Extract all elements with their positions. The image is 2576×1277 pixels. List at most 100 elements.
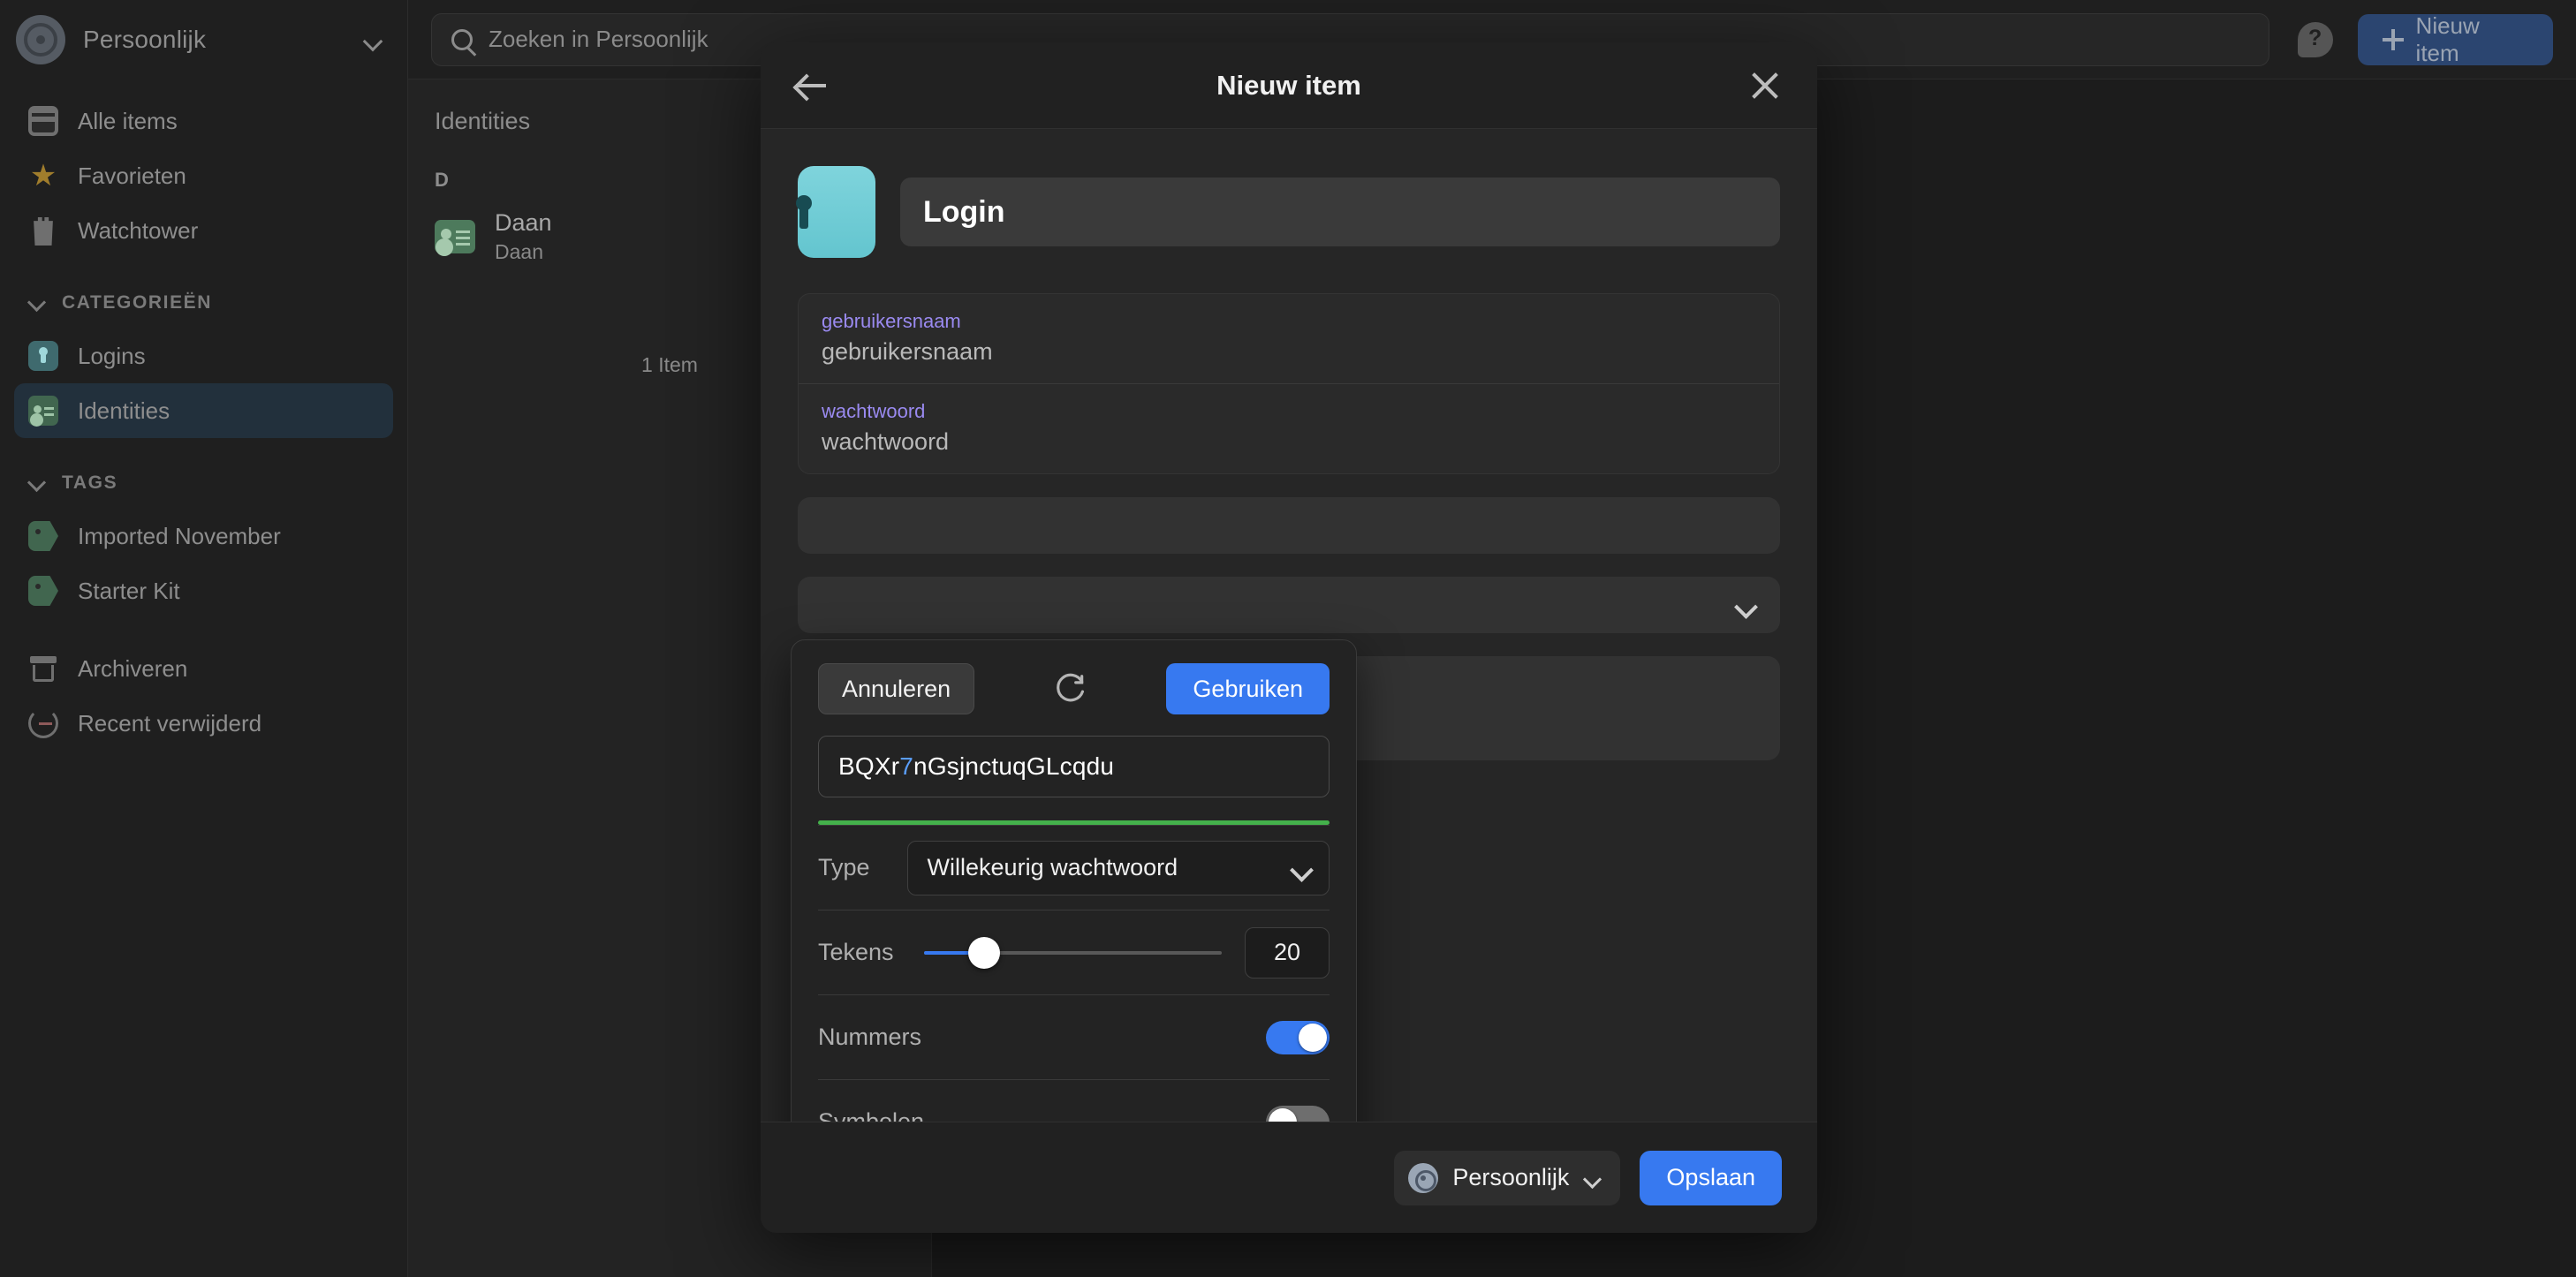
generated-password-field[interactable]: BQXr 7 nGsjnctuqGLcqdu (818, 736, 1330, 797)
back-arrow-icon[interactable] (796, 71, 831, 101)
sidebar-item-label: Alle items (78, 107, 178, 134)
username-label: gebruikersnaam (822, 310, 961, 332)
refresh-icon[interactable] (1054, 672, 1087, 706)
login-icon (28, 341, 58, 371)
password-generator-popover: Annuleren Gebruiken BQXr 7 nGsjnctuqGLcqdu… (791, 639, 1357, 1122)
list-item-title: Daan (495, 209, 552, 236)
password-field[interactable]: wachtwoord wachtwoord (799, 383, 1779, 473)
sidebar-item-imported-november[interactable]: Imported November (14, 509, 393, 563)
list-item-subtitle: Daan (495, 240, 543, 263)
length-label: Tekens (818, 939, 894, 965)
chevron-down-icon (28, 294, 46, 312)
vault-switcher[interactable]: Persoonlijk (0, 0, 407, 79)
new-item-dialog: Nieuw item Login gebruikersnaam gebruike… (761, 42, 1817, 1233)
vault-selector-label: Persoonlijk (1452, 1164, 1570, 1190)
password-prefix: BQXr (838, 752, 900, 780)
generator-symbols-row: Symbolen (818, 1079, 1330, 1122)
watchtower-icon (34, 217, 53, 246)
all-items-icon (28, 106, 58, 136)
archive-icon (28, 654, 58, 684)
close-icon[interactable] (1750, 71, 1780, 101)
sidebar-item-favorieten[interactable]: ★ Favorieten (14, 148, 393, 203)
numbers-label: Nummers (818, 1024, 922, 1050)
tag-icon (28, 576, 58, 606)
new-item-button[interactable]: Nieuw item (2357, 11, 2553, 66)
plus-icon (2382, 28, 2404, 50)
symbols-label: Symbolen (818, 1108, 925, 1122)
sidebar-item-label: Favorieten (78, 162, 186, 189)
cancel-button[interactable]: Annuleren (818, 663, 975, 714)
star-icon: ★ (29, 159, 57, 193)
item-title-input[interactable]: Login (900, 178, 1780, 246)
sidebar-item-label: Archiveren (78, 654, 188, 682)
password-digit: 7 (899, 752, 914, 780)
type-label: Type (818, 854, 870, 880)
type-select[interactable]: Willekeurig wachtwoord (906, 840, 1330, 895)
chevron-down-icon (1734, 599, 1757, 611)
credentials-card: gebruikersnaam gebruikersnaam wachtwoord… (798, 293, 1780, 474)
password-value: wachtwoord (822, 428, 950, 455)
tag-icon (28, 521, 58, 551)
length-slider[interactable] (923, 935, 1222, 971)
help-glyph: ? (2308, 25, 2322, 50)
sidebar-item-recent-verwijderd[interactable]: Recent verwijderd (14, 696, 393, 751)
toggle-knob (1299, 1023, 1327, 1052)
sidebar-item-label: Starter Kit (78, 577, 180, 604)
type-selector-field[interactable] (798, 577, 1780, 633)
toggle-knob (1269, 1107, 1297, 1122)
login-keyhole-icon[interactable] (798, 166, 875, 258)
chevron-down-icon[interactable] (363, 34, 383, 45)
generator-type-row: Type Willekeurig wachtwoord (818, 825, 1330, 910)
use-button[interactable]: Gebruiken (1166, 663, 1330, 714)
sidebar-item-label: Identities (78, 397, 170, 424)
website-field[interactable] (798, 497, 1780, 554)
slider-knob[interactable] (968, 936, 1001, 969)
vault-name: Persoonlijk (83, 26, 207, 53)
sidebar-group-categorieen[interactable]: CATEGORIEËN (14, 277, 393, 329)
symbols-toggle[interactable] (1266, 1105, 1330, 1122)
save-button[interactable]: Opslaan (1640, 1150, 1782, 1205)
vault-icon (16, 15, 65, 64)
item-title-row: Login (798, 166, 1780, 258)
generator-actions: Annuleren Gebruiken (818, 663, 1330, 714)
generator-numbers-row: Nummers (818, 994, 1330, 1079)
chevron-down-icon (28, 474, 46, 492)
password-label: wachtwoord (822, 400, 926, 422)
search-icon (451, 28, 473, 50)
sidebar-item-logins[interactable]: Logins (14, 329, 393, 383)
vault-selector[interactable]: Persoonlijk (1394, 1150, 1621, 1205)
sidebar-item-alle-items[interactable]: Alle items (14, 94, 393, 148)
vault-icon (1408, 1162, 1439, 1193)
search-placeholder: Zoeken in Persoonlijk (489, 26, 708, 52)
sidebar-item-label: Logins (78, 342, 146, 369)
divider (14, 618, 393, 641)
sidebar-group-tags[interactable]: TAGS (14, 457, 393, 509)
generator-length-row: Tekens 20 (818, 910, 1330, 994)
length-value[interactable]: 20 (1245, 926, 1330, 979)
dialog-title: Nieuw item (1216, 69, 1361, 101)
numbers-toggle[interactable] (1266, 1020, 1330, 1054)
type-select-value: Willekeurig wachtwoord (927, 854, 1178, 880)
identity-card-icon (435, 220, 475, 253)
sidebar-item-archiveren[interactable]: Archiveren (14, 641, 393, 696)
dialog-body: Login gebruikersnaam gebruikersnaam wach… (761, 129, 1817, 1122)
dialog-header: Nieuw item (761, 42, 1817, 129)
sidebar-item-label: Watchtower (78, 216, 199, 244)
identity-icon (28, 396, 58, 426)
password-suffix: nGsjnctuqGLcqdu (913, 752, 1115, 780)
trash-restore-icon (28, 708, 58, 738)
help-button[interactable]: ? (2297, 21, 2333, 57)
sidebar-item-label: Imported November (78, 522, 281, 549)
sidebar-item-watchtower[interactable]: Watchtower (14, 203, 393, 258)
chevron-down-icon (1290, 862, 1313, 874)
dialog-footer: Persoonlijk Opslaan (761, 1122, 1817, 1233)
chevron-down-icon (1583, 1173, 1602, 1183)
sidebar: Persoonlijk Alle items ★ Favorieten Watc… (0, 0, 408, 1277)
sidebar-item-starter-kit[interactable]: Starter Kit (14, 563, 393, 618)
app-root: Persoonlijk Alle items ★ Favorieten Watc… (0, 0, 2576, 1277)
username-value: gebruikersnaam (822, 338, 993, 365)
sidebar-item-identities[interactable]: Identities (14, 383, 393, 438)
username-field[interactable]: gebruikersnaam gebruikersnaam (799, 294, 1779, 383)
sidebar-nav: Alle items ★ Favorieten Watchtower CATEG… (0, 79, 407, 751)
new-item-label: Nieuw item (2415, 11, 2480, 66)
